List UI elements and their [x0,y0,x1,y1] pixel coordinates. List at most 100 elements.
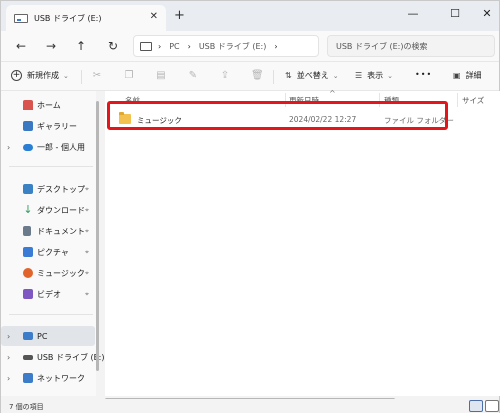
sidebar-item-pictures[interactable]: ピクチャ ⌖ [1,242,95,262]
sidebar-item-label: ミュージック [37,268,85,278]
breadcrumb-separator: › [274,41,278,51]
documents-icon [23,226,31,236]
refresh-icon[interactable]: ↻ [105,38,121,54]
tab-close-icon[interactable]: ✕ [150,11,158,22]
sidebar-item-label: ダウンロード [37,205,85,215]
breadcrumb-pc[interactable]: PC [169,42,179,51]
minimize-button[interactable]: — [403,7,423,20]
rename-icon[interactable]: ✎ [187,70,199,82]
forward-arrow-icon[interactable]: → [43,38,59,54]
expand-arrow-icon[interactable]: › [7,143,10,152]
search-placeholder: USB ドライブ (E:)の検索 [336,41,428,51]
monitor-icon [140,41,152,51]
pin-icon: ⌖ [85,289,89,298]
sidebar-item-music[interactable]: ミュージック ⌖ [1,263,95,283]
divider [273,70,274,84]
tiles-view-button[interactable] [485,400,499,412]
breadcrumb-usb-drive[interactable]: USB ドライブ (E:) [199,41,267,52]
navigation-pane: ホーム ギャラリー › 一郎 - 個人用 デスクトップ ⌖ ↓ ダウンロード ⌖… [1,91,105,396]
sidebar-scrollbar[interactable] [96,101,99,371]
divider [9,166,93,167]
chevron-down-icon: ⌄ [332,71,339,80]
sort-button[interactable]: ⇅ 並べ替え ⌄ [285,70,339,81]
sidebar-item-label: ビデオ [37,289,61,299]
sidebar-item-videos[interactable]: ビデオ ⌖ [1,284,95,304]
sidebar-item-label: ホーム [37,100,61,110]
sidebar-item-label: ドキュメント [37,226,85,236]
sidebar-item-label: ネットワーク [37,373,85,383]
plus-icon: + [11,70,22,81]
delete-icon[interactable]: 🗑 [251,70,264,82]
pin-icon: ⌖ [85,268,89,277]
divider [9,314,93,315]
address-bar[interactable]: › PC › USB ドライブ (E:) › [133,35,319,57]
chevron-down-icon: ⌄ [387,71,394,80]
cut-icon[interactable]: ✂ [91,70,103,82]
pictures-icon [23,247,33,257]
sidebar-item-desktop[interactable]: デスクトップ ⌖ [1,179,95,199]
music-icon [23,268,33,278]
sidebar-item-downloads[interactable]: ↓ ダウンロード ⌖ [1,200,95,220]
address-row: ← → ↑ ↻ › PC › USB ドライブ (E:) › USB ドライブ … [1,31,499,61]
close-button[interactable]: ✕ [477,7,497,20]
item-count: 7 個の項目 [9,403,44,411]
sidebar-item-onedrive[interactable]: › 一郎 - 個人用 [1,137,95,157]
pc-icon [23,332,33,340]
file-explorer-window: USB ドライブ (E:) ✕ + — ☐ ✕ ← → ↑ ↻ › PC › U… [0,0,500,413]
sidebar-item-documents[interactable]: ドキュメント ⌖ [1,221,95,241]
sort-label: 並べ替え [296,71,329,80]
new-tab-button[interactable]: + [174,8,185,23]
expand-arrow-icon[interactable]: › [7,332,10,341]
pin-icon: ⌖ [85,247,89,256]
search-input[interactable]: USB ドライブ (E:)の検索 [327,35,495,57]
sidebar-item-label: ギャラリー [37,121,77,131]
sidebar-item-home[interactable]: ホーム [1,95,95,115]
pin-icon: ⌖ [85,184,89,193]
title-bar: USB ドライブ (E:) ✕ + — ☐ ✕ [1,1,499,31]
column-header-size[interactable]: サイズ [462,95,484,106]
copy-icon[interactable]: ❐ [123,70,135,82]
desktop-icon [23,184,33,194]
view-icon: ☰ [355,71,363,80]
sidebar-item-gallery[interactable]: ギャラリー [1,116,95,136]
network-icon [23,373,33,383]
expand-arrow-icon[interactable]: › [7,353,10,362]
file-list: ^ 名前 更新日時 種類 サイズ ミュージック 2024/02/22 12:27… [105,89,500,396]
sidebar-item-label: デスクトップ [37,184,85,194]
sidebar-item-pc[interactable]: › PC [1,326,95,346]
more-options-button[interactable]: ••• [415,70,432,79]
breadcrumb-separator: › [158,41,162,51]
details-label: 詳細 [465,71,482,80]
up-arrow-icon[interactable]: ↑ [73,38,89,54]
new-button[interactable]: + 新規作成 ⌄ [11,70,69,81]
maximize-button[interactable]: ☐ [445,7,465,20]
sidebar-item-label: 一郎 - 個人用 [37,142,85,152]
paste-icon[interactable]: ▤ [155,70,167,82]
breadcrumb-separator: › [187,41,191,51]
details-view-button[interactable] [469,400,483,412]
share-icon[interactable]: ⇪ [219,70,231,82]
column-divider[interactable] [457,93,458,107]
details-pane-button[interactable]: ▣ 詳細 [453,70,482,81]
highlight-box [107,101,448,130]
home-icon [23,100,33,110]
videos-icon [23,289,33,299]
sidebar-item-label: ピクチャ [37,247,69,257]
tab-title: USB ドライブ (E:) [34,13,102,23]
sidebar-item-network[interactable]: › ネットワーク [1,368,95,388]
expand-arrow-icon[interactable]: › [7,374,10,383]
pin-icon: ⌖ [85,205,89,214]
pin-icon: ⌖ [85,226,89,235]
chevron-down-icon: ⌄ [63,71,69,80]
tab-usb-drive[interactable]: USB ドライブ (E:) ✕ [6,5,166,31]
gallery-icon [23,121,33,131]
sidebar-item-usb-drive[interactable]: › USB ドライブ (E:) [1,347,105,367]
sidebar-item-label: USB ドライブ (E:) [37,352,105,362]
command-bar: + 新規作成 ⌄ ✂ ❐ ▤ ✎ ⇪ 🗑 ⇅ 並べ替え ⌄ ☰ 表示 ⌄ •••… [1,61,499,91]
sidebar-item-label: PC [37,331,48,341]
sort-icon: ⇅ [285,71,292,80]
cloud-icon [23,143,33,151]
back-arrow-icon[interactable]: ← [13,38,29,54]
usb-drive-icon [14,13,28,23]
view-button[interactable]: ☰ 表示 ⌄ [355,70,393,81]
